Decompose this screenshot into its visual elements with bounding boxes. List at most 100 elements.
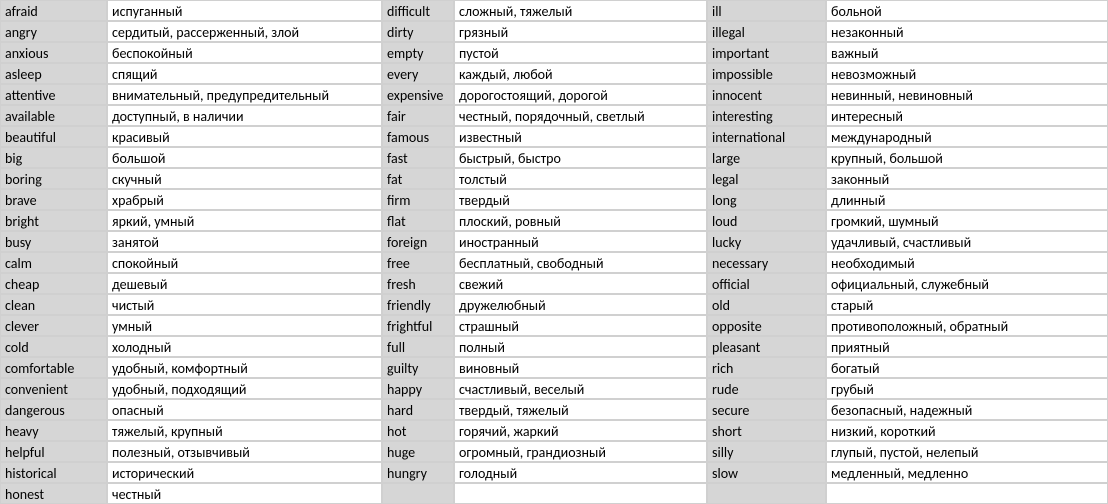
table-row: necessaryнеобходимый [707, 252, 1108, 273]
russian-translation-cell [826, 483, 1108, 504]
russian-translation-cell: быстрый, быстро [454, 147, 707, 168]
table-row: difficultсложный, тяжелый [382, 0, 707, 21]
russian-translation-cell: полный [454, 336, 707, 357]
english-word-cell: busy [0, 231, 107, 252]
table-row: convenientудобный, подходящий [0, 378, 382, 399]
english-word-cell: every [382, 63, 454, 84]
russian-translation-cell: длинный [826, 189, 1108, 210]
table-row: hardтвердый, тяжелый [382, 399, 707, 420]
russian-translation-cell: свежий [454, 273, 707, 294]
english-word-cell: guilty [382, 357, 454, 378]
table-row: fairчестный, порядочный, светлый [382, 105, 707, 126]
english-word-cell: frightful [382, 315, 454, 336]
table-row: comfortableудобный, комфортный [0, 357, 382, 378]
russian-translation-cell: испуганный [107, 0, 382, 21]
russian-translation-cell: законный [826, 168, 1108, 189]
table-row: oppositeпротивоположный, обратный [707, 315, 1108, 336]
table-row: fastбыстрый, быстро [382, 147, 707, 168]
table-row: boringскучный [0, 168, 382, 189]
table-row: busyзанятой [0, 231, 382, 252]
english-word-cell: full [382, 336, 454, 357]
russian-translation-cell: каждый, любой [454, 63, 707, 84]
english-word-cell: convenient [0, 378, 107, 399]
table-row: expensiveдорогостоящий, дорогой [382, 84, 707, 105]
english-word-cell: brave [0, 189, 107, 210]
english-word-cell: boring [0, 168, 107, 189]
table-row: beautifulкрасивый [0, 126, 382, 147]
russian-translation-cell: холодный [107, 336, 382, 357]
english-word-cell: innocent [707, 84, 826, 105]
table-row: cleanчистый [0, 294, 382, 315]
russian-translation-cell: чистый [107, 294, 382, 315]
english-word-cell: cold [0, 336, 107, 357]
english-word-cell [707, 483, 826, 504]
english-word-cell: legal [707, 168, 826, 189]
table-row: dirtyгрязный [382, 21, 707, 42]
russian-translation-cell: больной [826, 0, 1108, 21]
english-word-cell [382, 483, 454, 504]
english-word-cell: free [382, 252, 454, 273]
english-word-cell: slow [707, 462, 826, 483]
english-word-cell: heavy [0, 420, 107, 441]
english-word-cell: fair [382, 105, 454, 126]
russian-translation-cell: большой [107, 147, 382, 168]
russian-translation-cell: спокойный [107, 252, 382, 273]
table-row: oldстарый [707, 294, 1108, 315]
table-row: firmтвердый [382, 189, 707, 210]
english-word-cell: dangerous [0, 399, 107, 420]
table-row: richбогатый [707, 357, 1108, 378]
russian-translation-cell: международный [826, 126, 1108, 147]
column-group-1: afraidиспуганныйangryсердитый, рассержен… [0, 0, 382, 504]
english-word-cell: international [707, 126, 826, 147]
table-row: emptyпустой [382, 42, 707, 63]
english-word-cell: dirty [382, 21, 454, 42]
russian-translation-cell: страшный [454, 315, 707, 336]
russian-translation-cell: сложный, тяжелый [454, 0, 707, 21]
russian-translation-cell: важный [826, 42, 1108, 63]
russian-translation-cell: бесплатный, свободный [454, 252, 707, 273]
english-word-cell: illegal [707, 21, 826, 42]
table-row: legalзаконный [707, 168, 1108, 189]
english-word-cell: available [0, 105, 107, 126]
table-row: attentiveвнимательный, предупредительный [0, 84, 382, 105]
english-word-cell: hard [382, 399, 454, 420]
table-row: foreignиностранный [382, 231, 707, 252]
table-row: coldхолодный [0, 336, 382, 357]
russian-translation-cell: дружелюбный [454, 294, 707, 315]
table-row: famousизвестный [382, 126, 707, 147]
russian-translation-cell: голодный [454, 462, 707, 483]
russian-translation-cell: дешевый [107, 273, 382, 294]
russian-translation-cell: незаконный [826, 21, 1108, 42]
english-word-cell: hot [382, 420, 454, 441]
russian-translation-cell: глупый, пустой, нелепый [826, 441, 1108, 462]
russian-translation-cell: сердитый, рассерженный, злой [107, 21, 382, 42]
table-row: asleepспящий [0, 63, 382, 84]
english-word-cell: short [707, 420, 826, 441]
english-word-cell: pleasant [707, 336, 826, 357]
table-row: importantважный [707, 42, 1108, 63]
english-word-cell: friendly [382, 294, 454, 315]
table-row: friendlyдружелюбный [382, 294, 707, 315]
russian-translation-cell: толстый [454, 168, 707, 189]
english-word-cell: ill [707, 0, 826, 21]
table-row: largeкрупный, большой [707, 147, 1108, 168]
russian-translation-cell: твердый [454, 189, 707, 210]
english-word-cell: empty [382, 42, 454, 63]
russian-translation-cell: счастливый, веселый [454, 378, 707, 399]
table-row: flatплоский, ровный [382, 210, 707, 231]
english-word-cell: comfortable [0, 357, 107, 378]
russian-translation-cell: дорогостоящий, дорогой [454, 84, 707, 105]
russian-translation-cell: твердый, тяжелый [454, 399, 707, 420]
english-word-cell: foreign [382, 231, 454, 252]
russian-translation-cell: занятой [107, 231, 382, 252]
english-word-cell: big [0, 147, 107, 168]
english-word-cell: anxious [0, 42, 107, 63]
english-word-cell: fast [382, 147, 454, 168]
table-row: guiltyвиновный [382, 357, 707, 378]
english-word-cell: attentive [0, 84, 107, 105]
table-row: illбольной [707, 0, 1108, 21]
russian-translation-cell: официальный, служебный [826, 273, 1108, 294]
table-row: dangerousопасный [0, 399, 382, 420]
russian-translation-cell: честный [107, 483, 382, 504]
russian-translation-cell: доступный, в наличии [107, 105, 382, 126]
